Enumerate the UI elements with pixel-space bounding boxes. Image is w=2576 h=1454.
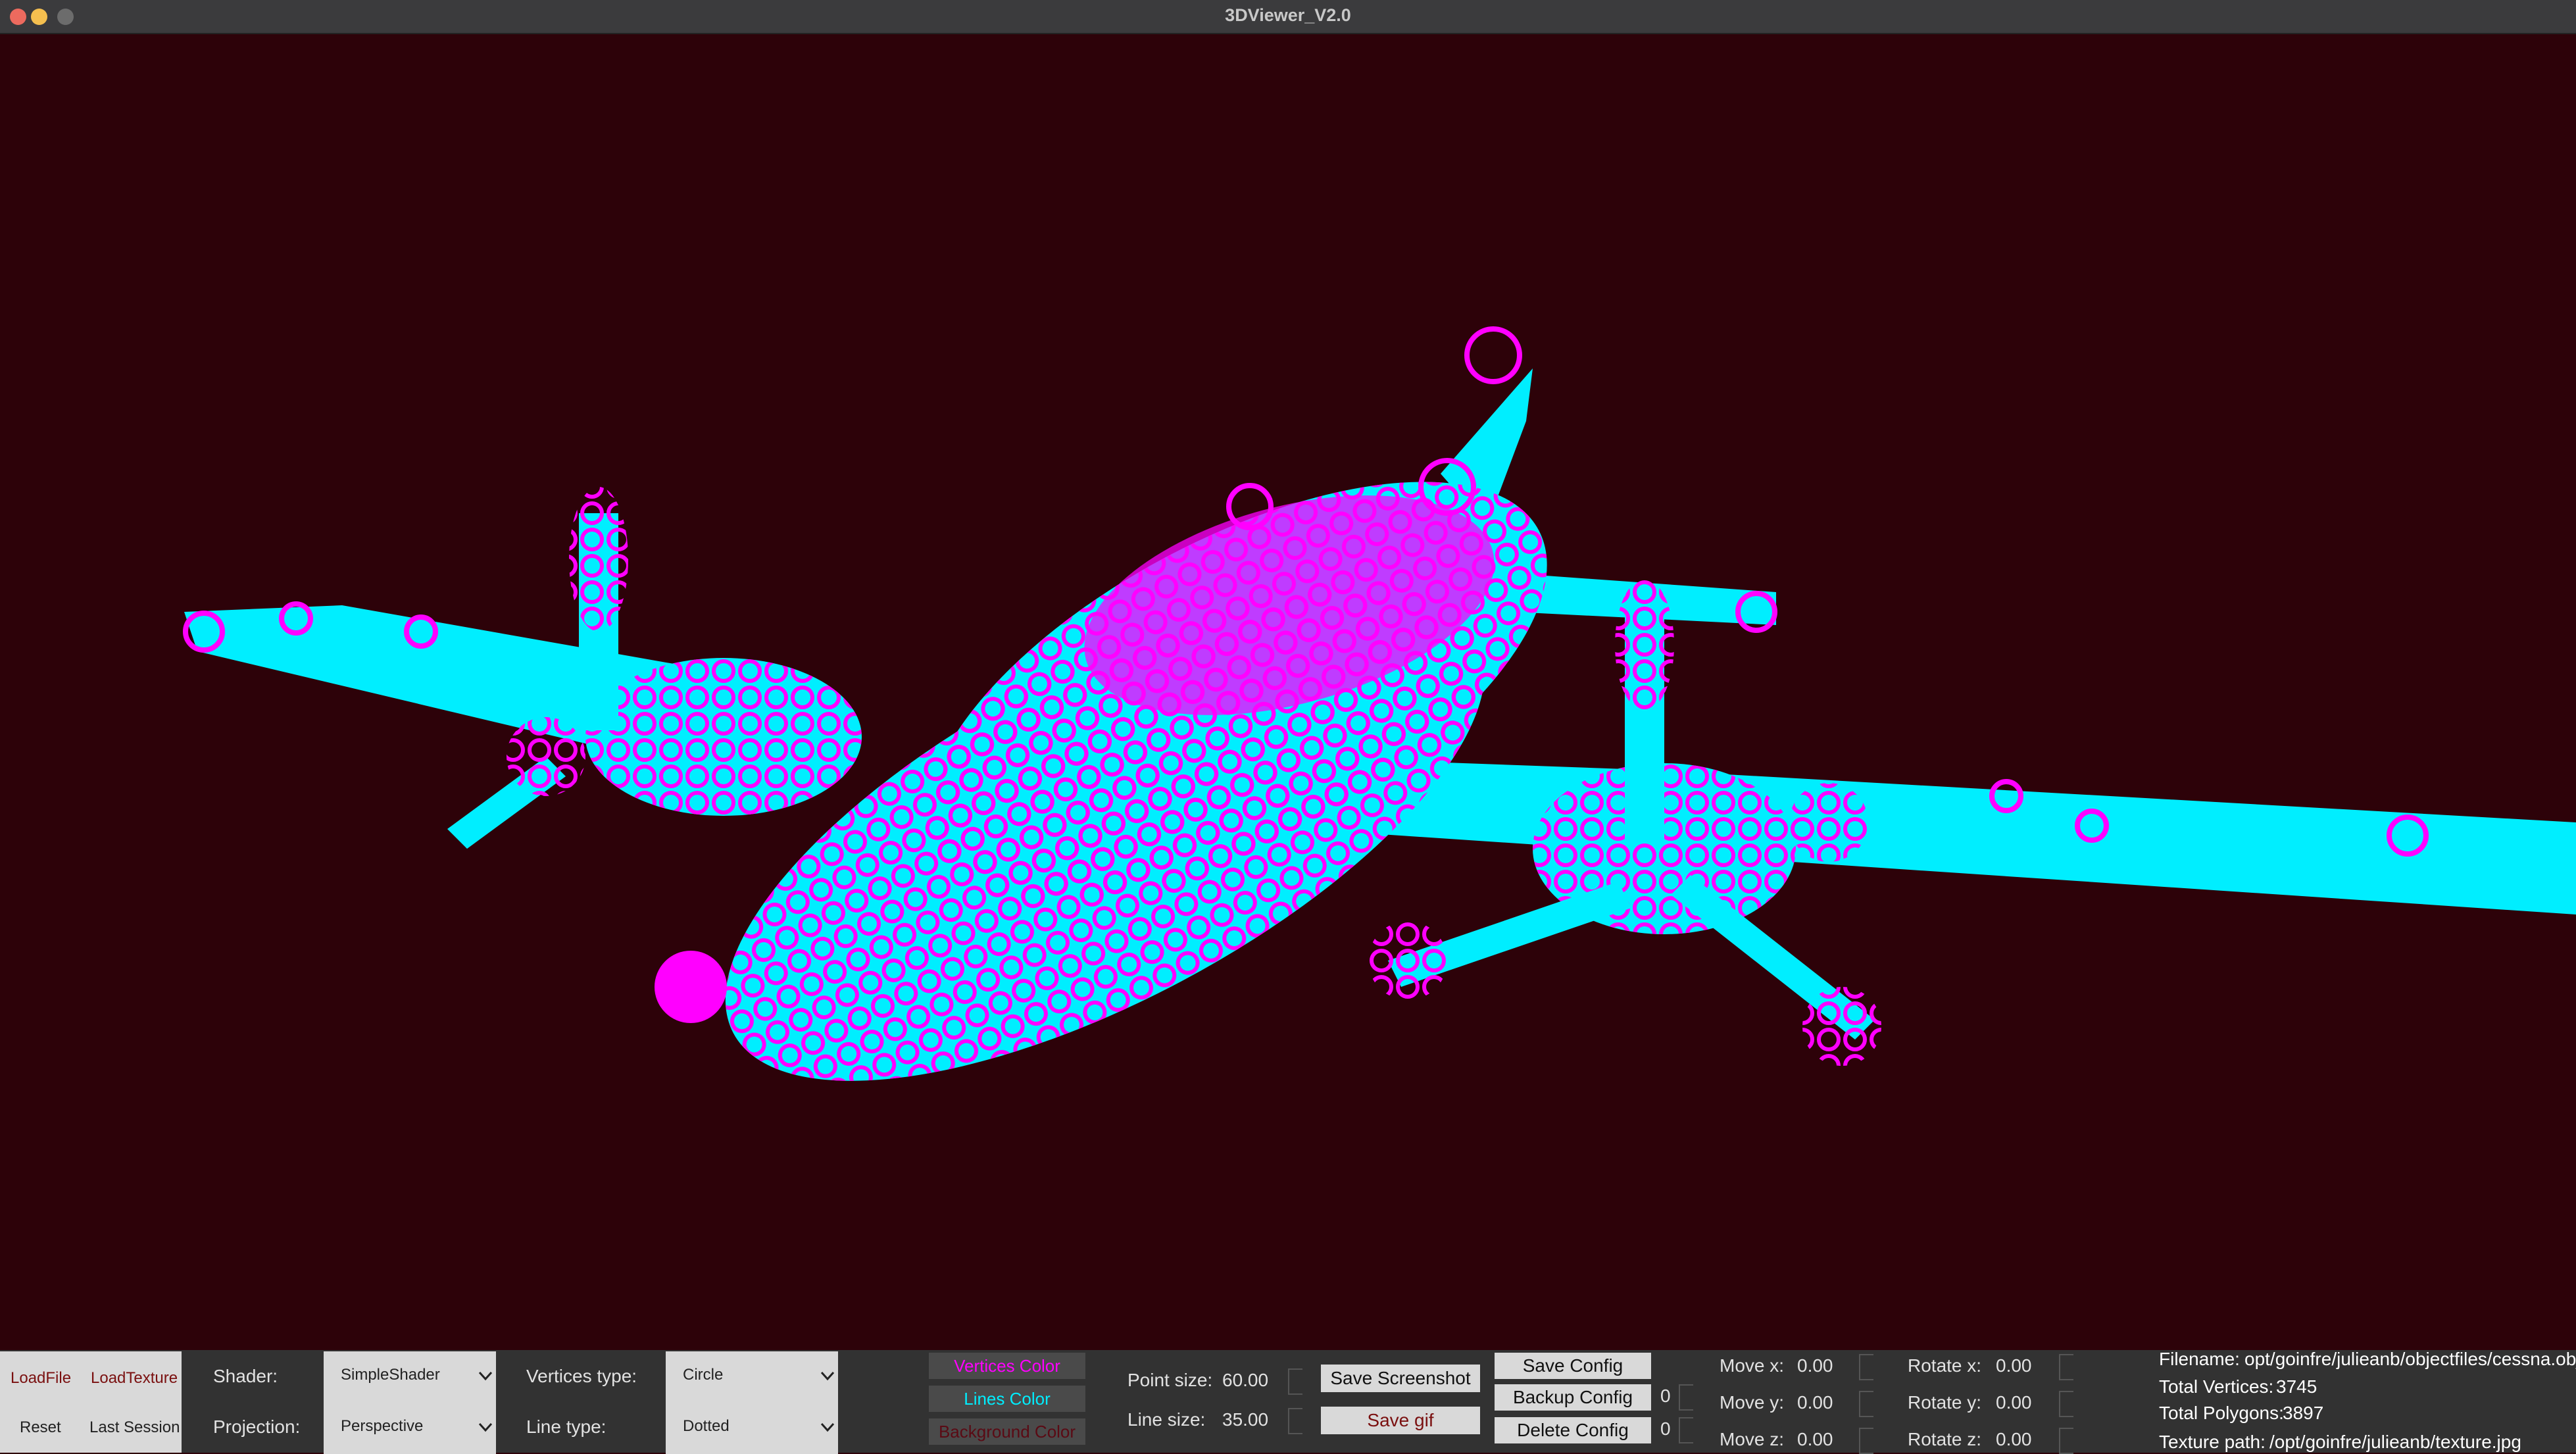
rotate-y-label: Rotate y:: [1908, 1392, 1982, 1413]
right-wing: [1283, 757, 2576, 915]
chevron-down-icon: [478, 1422, 493, 1432]
load-file-button[interactable]: LoadFile: [11, 1369, 71, 1388]
point-size-label: Point size:: [1127, 1370, 1213, 1390]
move-z-input[interactable]: 0.00: [1797, 1429, 1833, 1450]
move-z-label: Move z:: [1720, 1429, 1785, 1449]
texture-path-label: Texture path:: [2159, 1432, 2266, 1452]
vertices-color-button[interactable]: Vertices Color: [929, 1353, 1085, 1379]
rotate-x-spinner[interactable]: [2059, 1354, 2073, 1380]
move-x-spinner[interactable]: [1859, 1354, 1873, 1380]
vertices-type-select-value: Circle: [683, 1366, 724, 1384]
chevron-down-icon: [820, 1422, 835, 1432]
chevron-down-icon: [478, 1371, 493, 1381]
move-x-label: Move x:: [1720, 1355, 1785, 1376]
point-size-input[interactable]: 60.00: [1222, 1370, 1268, 1391]
shader-label: Shader:: [213, 1366, 278, 1386]
vertices-type-select[interactable]: Circle: [666, 1351, 838, 1403]
delete-config-button[interactable]: Delete Config: [1495, 1417, 1651, 1443]
line-size-spinner[interactable]: [1288, 1408, 1302, 1434]
lines-color-button[interactable]: Lines Color: [929, 1386, 1085, 1412]
save-gif-button[interactable]: Save gif: [1321, 1407, 1480, 1434]
total-polygons-value: 3897: [2283, 1403, 2324, 1423]
move-x-input[interactable]: 0.00: [1797, 1355, 1833, 1376]
backup-index-spinner[interactable]: [1679, 1384, 1693, 1411]
shader-select[interactable]: SimpleShader: [324, 1351, 496, 1403]
projection-select-value: Perspective: [341, 1417, 424, 1435]
filename-value: opt/goinfre/julieanb/objectfiles/cessna.…: [2244, 1349, 2576, 1369]
backup-index-input[interactable]: 0: [1660, 1386, 1671, 1407]
reset-button[interactable]: Reset: [20, 1418, 61, 1437]
window-title: 3DViewer_V2.0: [1225, 5, 1351, 25]
vertices-type-label: Vertices type:: [526, 1366, 637, 1386]
filename-label: Filename:: [2159, 1349, 2240, 1369]
total-vertices-value: 3745: [2276, 1376, 2317, 1397]
file-button-group: [0, 1351, 182, 1453]
viewport-3d[interactable]: [0, 34, 2576, 1350]
move-y-label: Move y:: [1720, 1392, 1785, 1413]
rotate-z-input[interactable]: 0.00: [1996, 1429, 2032, 1450]
projection-label: Projection:: [213, 1416, 301, 1437]
move-y-spinner[interactable]: [1859, 1391, 1873, 1417]
last-session-button[interactable]: Last Session: [89, 1418, 180, 1437]
texture-path-value: /opt/goinfre/julieanb/texture.jpg: [2269, 1432, 2521, 1452]
rotate-x-label: Rotate x:: [1908, 1355, 1982, 1376]
title-bar: 3DViewer_V2.0: [0, 0, 2576, 34]
total-polygons-label: Total Polygons:: [2159, 1403, 2284, 1423]
line-type-label: Line type:: [526, 1416, 607, 1437]
line-size-input[interactable]: 35.00: [1222, 1409, 1268, 1430]
point-size-spinner[interactable]: [1288, 1368, 1302, 1395]
delete-index-input[interactable]: 0: [1660, 1418, 1671, 1440]
line-type-select[interactable]: Dotted: [666, 1403, 838, 1454]
rotate-y-input[interactable]: 0.00: [1996, 1392, 2032, 1413]
shader-select-value: SimpleShader: [341, 1366, 440, 1384]
rotate-z-spinner[interactable]: [2059, 1428, 2073, 1454]
load-texture-button[interactable]: LoadTexture: [91, 1369, 178, 1388]
line-size-label: Line size:: [1127, 1409, 1206, 1430]
background-color-button[interactable]: Background Color: [929, 1418, 1085, 1445]
backup-config-button[interactable]: Backup Config: [1495, 1384, 1651, 1411]
move-z-spinner[interactable]: [1859, 1428, 1873, 1454]
save-screenshot-button[interactable]: Save Screenshot: [1321, 1365, 1480, 1392]
line-type-select-value: Dotted: [683, 1417, 730, 1435]
total-vertices-label: Total Vertices:: [2159, 1376, 2274, 1397]
save-config-button[interactable]: Save Config: [1495, 1353, 1651, 1379]
chevron-down-icon: [820, 1371, 835, 1381]
airplane-wireframe-model: [183, 326, 2576, 1081]
move-y-input[interactable]: 0.00: [1797, 1392, 1833, 1413]
delete-index-spinner[interactable]: [1679, 1417, 1693, 1443]
projection-select[interactable]: Perspective: [324, 1403, 496, 1454]
rotate-z-label: Rotate z:: [1908, 1429, 1982, 1449]
rotate-x-input[interactable]: 0.00: [1996, 1355, 2032, 1376]
rotate-y-spinner[interactable]: [2059, 1391, 2073, 1417]
